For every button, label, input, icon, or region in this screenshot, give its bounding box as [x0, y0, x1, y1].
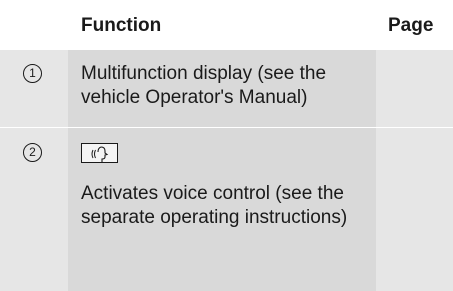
row-number-badge: 2: [23, 143, 42, 162]
row-number-badge: 1: [23, 64, 42, 83]
header-function: Function: [81, 15, 162, 36]
table-header: Function Page: [0, 0, 453, 50]
row-number-cell: 2: [0, 128, 68, 291]
voice-control-button-icon: [81, 143, 118, 163]
row-function-text: Activates voice control (see the separat…: [81, 183, 348, 228]
row-page-cell: [376, 50, 453, 128]
header-page: Page: [388, 15, 434, 36]
row-function-text: Multifunction display (see the vehicle O…: [81, 63, 327, 108]
function-table: Function Page 1 Multifunction display (s…: [0, 0, 453, 291]
row-function-cell: Activates voice control (see the separat…: [68, 128, 376, 291]
row-number-cell: 1: [0, 50, 68, 128]
table-row: 1 Multifunction display (see the vehicle…: [0, 50, 453, 128]
row-page-cell: [376, 128, 453, 291]
row-function-cell: Multifunction display (see the vehicle O…: [68, 50, 376, 128]
table-row: 2 Activates voice control (see the separ…: [0, 128, 453, 291]
